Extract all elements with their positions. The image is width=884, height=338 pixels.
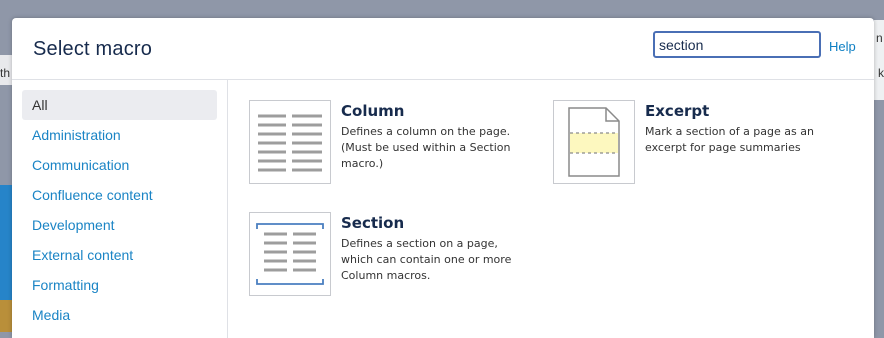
background-image — [0, 300, 12, 332]
category-sidebar: All Administration Communication Conflue… — [12, 80, 228, 338]
dialog-header: Select macro Help — [12, 18, 874, 80]
sidebar-item-communication[interactable]: Communication — [22, 150, 217, 180]
macro-section[interactable]: Section Defines a section on a page, whi… — [249, 212, 539, 302]
sidebar-item-development[interactable]: Development — [22, 210, 217, 240]
column-icon — [249, 100, 331, 184]
sidebar-item-external-content[interactable]: External content — [22, 240, 217, 270]
macro-name: Section — [341, 214, 405, 232]
help-link[interactable]: Help — [829, 39, 856, 54]
macro-name: Excerpt — [645, 102, 710, 120]
sidebar-item-administration[interactable]: Administration — [22, 120, 217, 150]
macro-excerpt[interactable]: Excerpt Mark a section of a page as an e… — [553, 100, 853, 190]
sidebar-item-formatting[interactable]: Formatting — [22, 270, 217, 300]
select-macro-dialog: Select macro Help All Administration Com… — [12, 18, 874, 338]
section-icon — [249, 212, 331, 296]
sidebar-item-all[interactable]: All — [22, 90, 217, 120]
macro-search-input[interactable] — [653, 31, 821, 58]
macro-column[interactable]: Column Defines a column on the page. (Mu… — [249, 100, 539, 190]
macro-description: Defines a section on a page, which can c… — [341, 237, 512, 282]
background-text: th — [0, 66, 11, 80]
background-text-right-2: k — [878, 66, 884, 80]
macro-name: Column — [341, 102, 405, 120]
macro-description: Defines a column on the page. (Must be u… — [341, 125, 511, 170]
sidebar-item-confluence-content[interactable]: Confluence content — [22, 180, 217, 210]
macro-description: Mark a section of a page as an excerpt f… — [645, 125, 814, 154]
dialog-title: Select macro — [33, 38, 153, 60]
background-text-right: n — [876, 31, 883, 45]
excerpt-icon — [553, 100, 635, 184]
sidebar-item-media[interactable]: Media — [22, 300, 217, 330]
